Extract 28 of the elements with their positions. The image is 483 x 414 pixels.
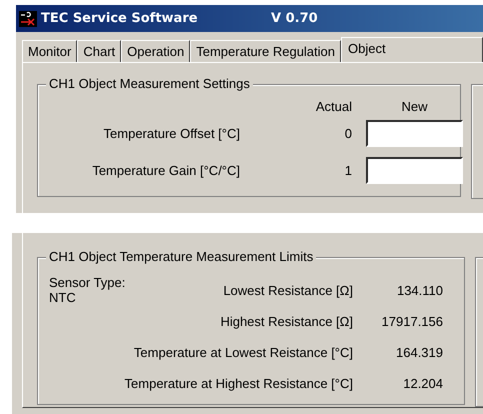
tab[interactable]: Operation bbox=[121, 40, 190, 62]
window-title: TEC Service Software bbox=[41, 11, 199, 26]
limit-value: 12.204 bbox=[402, 376, 443, 391]
group-title: CH1 Object Temperature Measurement Limits bbox=[46, 249, 316, 264]
field-label: Temperature Offset [°C] bbox=[102, 126, 240, 141]
limit-label: Highest Resistance [Ω] bbox=[219, 314, 353, 329]
tab[interactable]: Temperature Regulation bbox=[190, 40, 341, 62]
actual-value: 1 bbox=[344, 163, 352, 178]
tab[interactable]: Object bbox=[341, 37, 483, 62]
input-field[interactable] bbox=[366, 120, 463, 147]
sensor-type-value: NTC bbox=[49, 290, 77, 305]
limit-value: 134.110 bbox=[396, 283, 443, 298]
version-label: V 0.70 bbox=[271, 11, 318, 26]
column-header: Actual bbox=[314, 99, 352, 114]
tab[interactable]: Monitor bbox=[22, 40, 78, 62]
group-title: CH1 Object Measurement Settings bbox=[46, 76, 253, 91]
limit-value: 164.319 bbox=[395, 345, 443, 360]
sensor-type-label: Sensor Type: bbox=[49, 275, 126, 290]
actual-value: 0 bbox=[344, 126, 352, 141]
limit-label: Temperature at Lowest Reistance [°C] bbox=[132, 345, 353, 360]
limit-label: Lowest Resistance [Ω] bbox=[222, 283, 353, 298]
limit-value: 17917.156 bbox=[380, 314, 443, 329]
limit-label: Temperature at Highest Resistance [°C] bbox=[124, 376, 353, 391]
tab[interactable]: Chart bbox=[77, 40, 122, 62]
field-label: Temperature Gain [°C/°C] bbox=[91, 163, 240, 178]
column-header: New bbox=[400, 99, 428, 114]
logo-icon bbox=[19, 10, 37, 26]
input-field[interactable] bbox=[366, 157, 463, 184]
